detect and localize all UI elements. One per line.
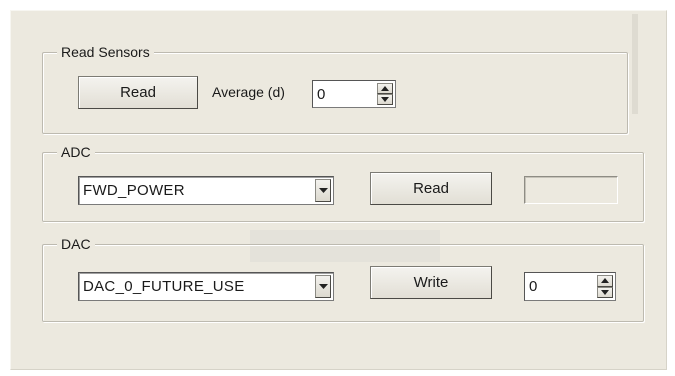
dac-increment-button[interactable]: [597, 275, 613, 287]
chevron-down-icon: [318, 188, 328, 193]
dac-channel-select[interactable]: DAC_0_FUTURE_USE: [78, 272, 334, 301]
adc-dropdown-button[interactable]: [315, 179, 331, 202]
chevron-down-icon: [318, 284, 328, 289]
adc-read-button[interactable]: Read: [370, 172, 492, 205]
read-sensors-title: Read Sensors: [57, 42, 154, 62]
adc-result-field: [524, 176, 618, 204]
down-arrow-icon: [601, 289, 609, 295]
adc-channel-value: FWD_POWER: [83, 182, 185, 199]
average-label: Average (d): [212, 84, 285, 100]
dac-spin-buttons: [597, 275, 613, 298]
adc-channel-select[interactable]: FWD_POWER: [78, 176, 334, 205]
adc-title: ADC: [57, 142, 95, 162]
dac-decrement-button[interactable]: [597, 286, 613, 298]
read-sensors-read-button[interactable]: Read: [78, 76, 198, 109]
up-arrow-icon: [601, 278, 609, 284]
dac-channel-value: DAC_0_FUTURE_USE: [83, 278, 245, 295]
scroll-shadow: [632, 14, 638, 114]
average-value: 0: [317, 85, 326, 103]
average-spin-buttons: [377, 83, 393, 105]
dac-value: 0: [529, 278, 538, 295]
average-decrement-button[interactable]: [377, 94, 393, 105]
average-increment-button[interactable]: [377, 83, 393, 94]
down-arrow-icon: [381, 97, 389, 102]
dac-dropdown-button[interactable]: [315, 275, 331, 298]
dac-title: DAC: [57, 234, 95, 254]
dac-write-button[interactable]: Write: [370, 266, 492, 299]
dac-value-stepper[interactable]: 0: [524, 272, 616, 301]
up-arrow-icon: [381, 86, 389, 91]
average-stepper[interactable]: 0: [312, 80, 396, 108]
